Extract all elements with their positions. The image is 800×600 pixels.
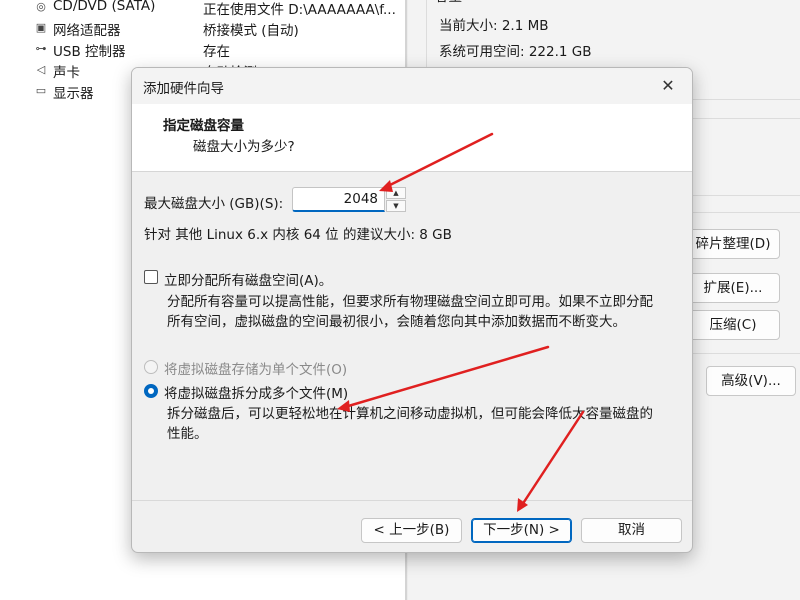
device-summary: 正在使用文件 D:\AAAAAAA\f... [203, 2, 396, 18]
multi-desc-line-2: 性能。 [167, 426, 208, 442]
advanced-button[interactable]: 高级(V)... [706, 366, 796, 396]
multi-file-radio[interactable] [144, 384, 158, 398]
spin-up-button[interactable]: ▲ [386, 187, 406, 199]
wizard-step-title: 指定磁盘容量 [163, 118, 244, 134]
defragment-button[interactable]: 碎片整理(D) [686, 229, 780, 259]
allocate-all-description: 分配所有容量可以提高性能，但要求所有物理磁盘空间立即可用。如果不立即分配 所有空… [167, 292, 653, 332]
device-summary: 桥接模式 (自动) [203, 23, 299, 39]
allocate-desc-line-2: 所有空间，虚拟磁盘的空间最初很小，会随着您向其中添加数据而不断变大。 [167, 314, 626, 330]
display-icon: ▭ [35, 84, 47, 97]
single-file-label[interactable]: 将虚拟磁盘存储为单个文件(O) [164, 358, 347, 378]
next-button[interactable]: 下一步(N) > [471, 518, 572, 543]
footer-divider [132, 500, 692, 501]
single-file-radio[interactable] [144, 360, 158, 374]
spin-down-button[interactable]: ▼ [386, 200, 406, 212]
compact-button[interactable]: 压缩(C) [686, 310, 780, 340]
device-row-usb-controller[interactable]: ⊶ USB 控制器 存在 [0, 39, 405, 60]
allocate-all-checkbox[interactable] [144, 270, 158, 284]
allocate-desc-line-1: 分配所有容量可以提高性能，但要求所有物理磁盘空间立即可用。如果不立即分配 [167, 294, 653, 310]
max-disk-size-input[interactable]: 2048 [292, 187, 385, 212]
usb-controller-icon: ⊶ [35, 42, 47, 55]
allocate-all-label[interactable]: 立即分配所有磁盘空间(A)。 [164, 269, 332, 289]
device-row-cd-dvd[interactable]: ◎ CD/DVD (SATA) 正在使用文件 D:\AAAAAAA\f... [0, 0, 405, 18]
multi-desc-line-1: 拆分磁盘后，可以更轻松地在计算机之间移动虚拟机，但可能会降低大容量磁盘的 [167, 406, 653, 422]
device-name: USB 控制器 [53, 44, 126, 60]
device-summary: 存在 [203, 44, 230, 60]
device-name: CD/DVD (SATA) [53, 0, 156, 14]
available-space-text: 系统可用空间: 222.1 GB [439, 44, 592, 60]
device-name: 声卡 [53, 65, 80, 81]
multi-file-label[interactable]: 将虚拟磁盘拆分成多个文件(M) [164, 382, 348, 402]
cd-dvd-icon: ◎ [36, 0, 46, 13]
back-button[interactable]: < 上一步(B) [361, 518, 462, 543]
expand-button[interactable]: 扩展(E)... [686, 273, 780, 303]
capacity-group-label: 容量 [435, 0, 462, 5]
network-adapter-icon: ▣ [35, 21, 47, 34]
current-size-text: 当前大小: 2.1 MB [439, 18, 549, 34]
dialog-title: 添加硬件向导 [143, 81, 224, 97]
device-name: 显示器 [53, 86, 94, 102]
recommended-size-text: 针对 其他 Linux 6.x 内核 64 位 的建议大小: 8 GB [144, 227, 452, 243]
multi-file-description: 拆分磁盘后，可以更轻松地在计算机之间移动虚拟机，但可能会降低大容量磁盘的 性能。 [167, 404, 653, 444]
close-icon[interactable]: ✕ [656, 74, 680, 98]
add-hardware-wizard-dialog: 添加硬件向导 ✕ 指定磁盘容量 磁盘大小为多少? 最大磁盘大小 (GB)(S):… [131, 67, 693, 553]
device-name: 网络适配器 [53, 23, 121, 39]
sound-card-icon: ◁ [36, 63, 46, 76]
dialog-titlebar[interactable]: 添加硬件向导 ✕ [132, 68, 692, 104]
max-disk-size-label: 最大磁盘大小 (GB)(S): [144, 196, 284, 212]
wizard-step-subtitle: 磁盘大小为多少? [193, 139, 295, 155]
wizard-header: 指定磁盘容量 磁盘大小为多少? [132, 104, 692, 172]
device-row-network-adapter[interactable]: ▣ 网络适配器 桥接模式 (自动) [0, 18, 405, 39]
cancel-button[interactable]: 取消 [581, 518, 682, 543]
